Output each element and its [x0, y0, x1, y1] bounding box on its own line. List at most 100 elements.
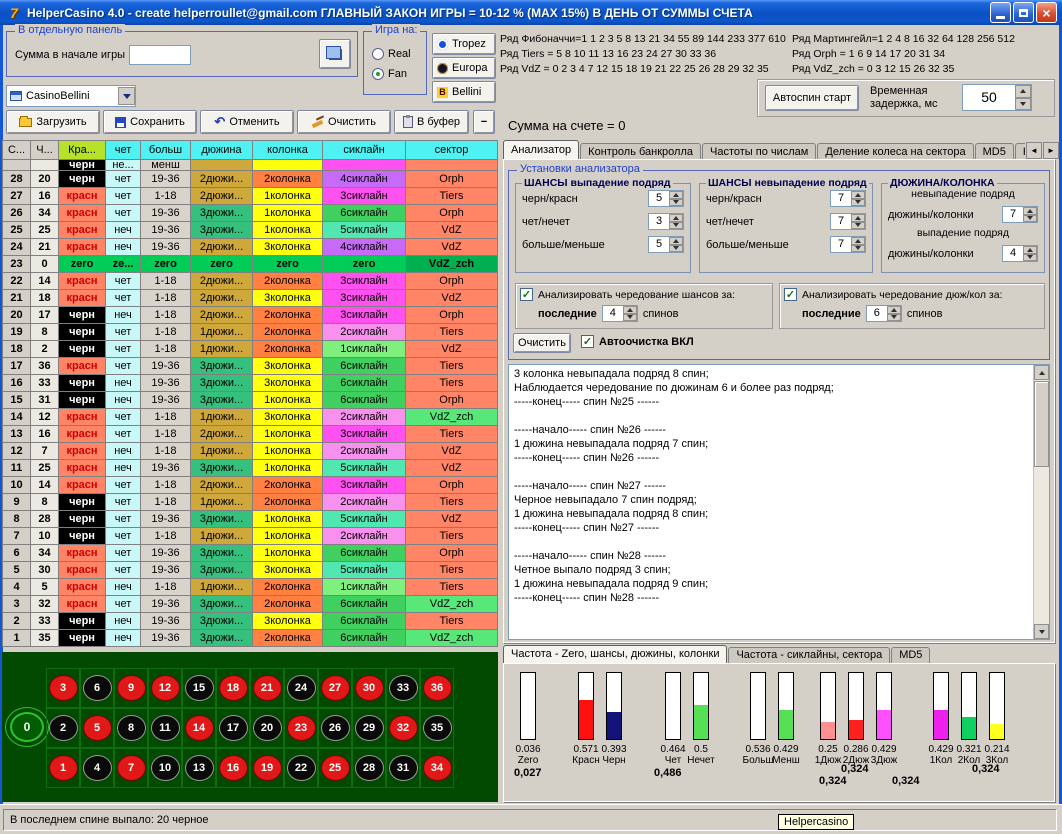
minimize-button[interactable]	[990, 2, 1011, 23]
freq-tab-2[interactable]: Частота - сиклайны, сектора	[728, 647, 890, 663]
board-number-11[interactable]: 11	[151, 715, 180, 741]
tab-scroll-left-button[interactable]: ◄	[1026, 142, 1042, 159]
board-number-21[interactable]: 21	[253, 675, 282, 701]
casino-combo[interactable]: CasinoBellini	[6, 85, 136, 107]
freq-tab-3[interactable]: MD5	[891, 647, 930, 663]
clear-button[interactable]: Очистить	[513, 333, 571, 353]
board-number-7[interactable]: 7	[117, 755, 146, 781]
spinner-down-button[interactable]	[669, 245, 683, 253]
spinner-down-button[interactable]	[887, 314, 901, 322]
tab-4[interactable]: Деление колеса на сектора	[817, 143, 973, 160]
board-number-20[interactable]: 20	[253, 715, 282, 741]
board-number-18[interactable]: 18	[219, 675, 248, 701]
board-cell: 34	[420, 748, 454, 788]
toolbar-button-2[interactable]: Сохранить	[103, 110, 197, 134]
board-number-17[interactable]: 17	[219, 715, 248, 741]
board-number-33[interactable]: 33	[389, 675, 418, 701]
scroll-up-button[interactable]	[1034, 365, 1049, 380]
board-number-2[interactable]: 2	[49, 715, 78, 741]
board-number-25[interactable]: 25	[321, 755, 350, 781]
restore-button[interactable]	[1013, 2, 1034, 23]
spinner-down-button[interactable]	[1023, 254, 1037, 262]
tab-5[interactable]: MD5	[975, 143, 1014, 160]
board-number-12[interactable]: 12	[151, 675, 180, 701]
spinner-down-button[interactable]	[669, 222, 683, 230]
toolbar-button-3[interactable]: ↶Отменить	[200, 110, 294, 134]
casino-button-bellini[interactable]: BBellini	[432, 81, 496, 103]
board-number-13[interactable]: 13	[185, 755, 214, 781]
tab-2[interactable]: Контроль банкролла	[580, 143, 701, 160]
spinner-down-button[interactable]	[623, 314, 637, 322]
board-number-36[interactable]: 36	[423, 675, 452, 701]
cell-range: 19-36	[141, 222, 191, 239]
tab-3[interactable]: Частоты по числам	[702, 143, 816, 160]
freq-tab-1[interactable]: Частота - Zero, шансы, дюжины, колонки	[503, 645, 727, 663]
casino-button-tropez[interactable]: Tropez	[432, 33, 496, 55]
start-sum-input[interactable]	[129, 45, 191, 65]
detach-panel-button[interactable]	[319, 39, 351, 69]
board-number-31[interactable]: 31	[389, 755, 418, 781]
alt-chances-checkbox[interactable]: ✓	[520, 288, 533, 301]
board-number-1[interactable]: 1	[49, 755, 78, 781]
table-row: 530краснчет19-363дюжи...3колонка5сиклайн…	[3, 562, 498, 579]
spinner-down-button[interactable]	[851, 199, 865, 207]
autoclear-checkbox[interactable]: ✓	[581, 335, 594, 348]
log-scrollbar[interactable]	[1033, 365, 1049, 639]
scrollbar-thumb[interactable]	[1034, 381, 1049, 467]
alt-dozen-checkbox[interactable]: ✓	[784, 288, 797, 301]
board-number-19[interactable]: 19	[253, 755, 282, 781]
spinner-down-button[interactable]	[1023, 215, 1037, 223]
board-number-30[interactable]: 30	[355, 675, 384, 701]
spinner-down-button[interactable]	[669, 199, 683, 207]
radio-option-real[interactable]: Real	[372, 44, 411, 64]
close-button[interactable]: ×	[1036, 2, 1057, 23]
board-number-35[interactable]: 35	[423, 715, 452, 741]
spinner-up-button[interactable]	[623, 306, 637, 314]
spinner-up-button[interactable]	[669, 214, 683, 222]
board-number-15[interactable]: 15	[185, 675, 214, 701]
board-number-24[interactable]: 24	[287, 675, 316, 701]
spinner-up-button[interactable]	[851, 191, 865, 199]
toolbar-button-4[interactable]: Очистить	[297, 110, 391, 134]
casino-button-europa[interactable]: Europa	[432, 57, 496, 79]
board-number-14[interactable]: 14	[185, 715, 214, 741]
board-number-29[interactable]: 29	[355, 715, 384, 741]
scroll-down-button[interactable]	[1034, 624, 1049, 639]
tab-1[interactable]: Анализатор	[503, 140, 579, 160]
board-number-9[interactable]: 9	[117, 675, 146, 701]
spinner-up-button[interactable]	[851, 214, 865, 222]
board-number-3[interactable]: 3	[49, 675, 78, 701]
board-number-32[interactable]: 32	[389, 715, 418, 741]
board-number-4[interactable]: 4	[83, 755, 112, 781]
collapse-button[interactable]: −	[473, 110, 495, 134]
board-number-6[interactable]: 6	[83, 675, 112, 701]
spinner-down-button[interactable]	[1015, 98, 1031, 111]
board-number-23[interactable]: 23	[287, 715, 316, 741]
tab-6[interactable]: Ко	[1015, 143, 1025, 160]
board-number-22[interactable]: 22	[287, 755, 316, 781]
chevron-down-icon[interactable]	[118, 87, 135, 105]
board-number-34[interactable]: 34	[423, 755, 452, 781]
spinner-down-button[interactable]	[851, 245, 865, 253]
spinner-up-button[interactable]	[1015, 85, 1031, 98]
board-number-26[interactable]: 26	[321, 715, 350, 741]
tab-scroll-right-button[interactable]: ►	[1043, 142, 1059, 159]
board-number-0[interactable]: 0	[10, 712, 44, 742]
spinner-up-button[interactable]	[887, 306, 901, 314]
board-number-16[interactable]: 16	[219, 755, 248, 781]
board-number-28[interactable]: 28	[355, 755, 384, 781]
spinner-up-button[interactable]	[669, 191, 683, 199]
board-number-10[interactable]: 10	[151, 755, 180, 781]
spinner-down-button[interactable]	[851, 222, 865, 230]
spinner-up-button[interactable]	[1023, 246, 1037, 254]
board-number-8[interactable]: 8	[117, 715, 146, 741]
toolbar-button-1[interactable]: Загрузить	[6, 110, 100, 134]
board-number-5[interactable]: 5	[83, 715, 112, 741]
spinner-up-button[interactable]	[851, 237, 865, 245]
autospin-start-button[interactable]: Автоспин старт	[765, 85, 859, 111]
spinner-up-button[interactable]	[1023, 207, 1037, 215]
radio-option-fan[interactable]: Fan	[372, 64, 411, 84]
board-number-27[interactable]: 27	[321, 675, 350, 701]
spinner-up-button[interactable]	[669, 237, 683, 245]
toolbar-button-5[interactable]: В буфер	[394, 110, 469, 134]
